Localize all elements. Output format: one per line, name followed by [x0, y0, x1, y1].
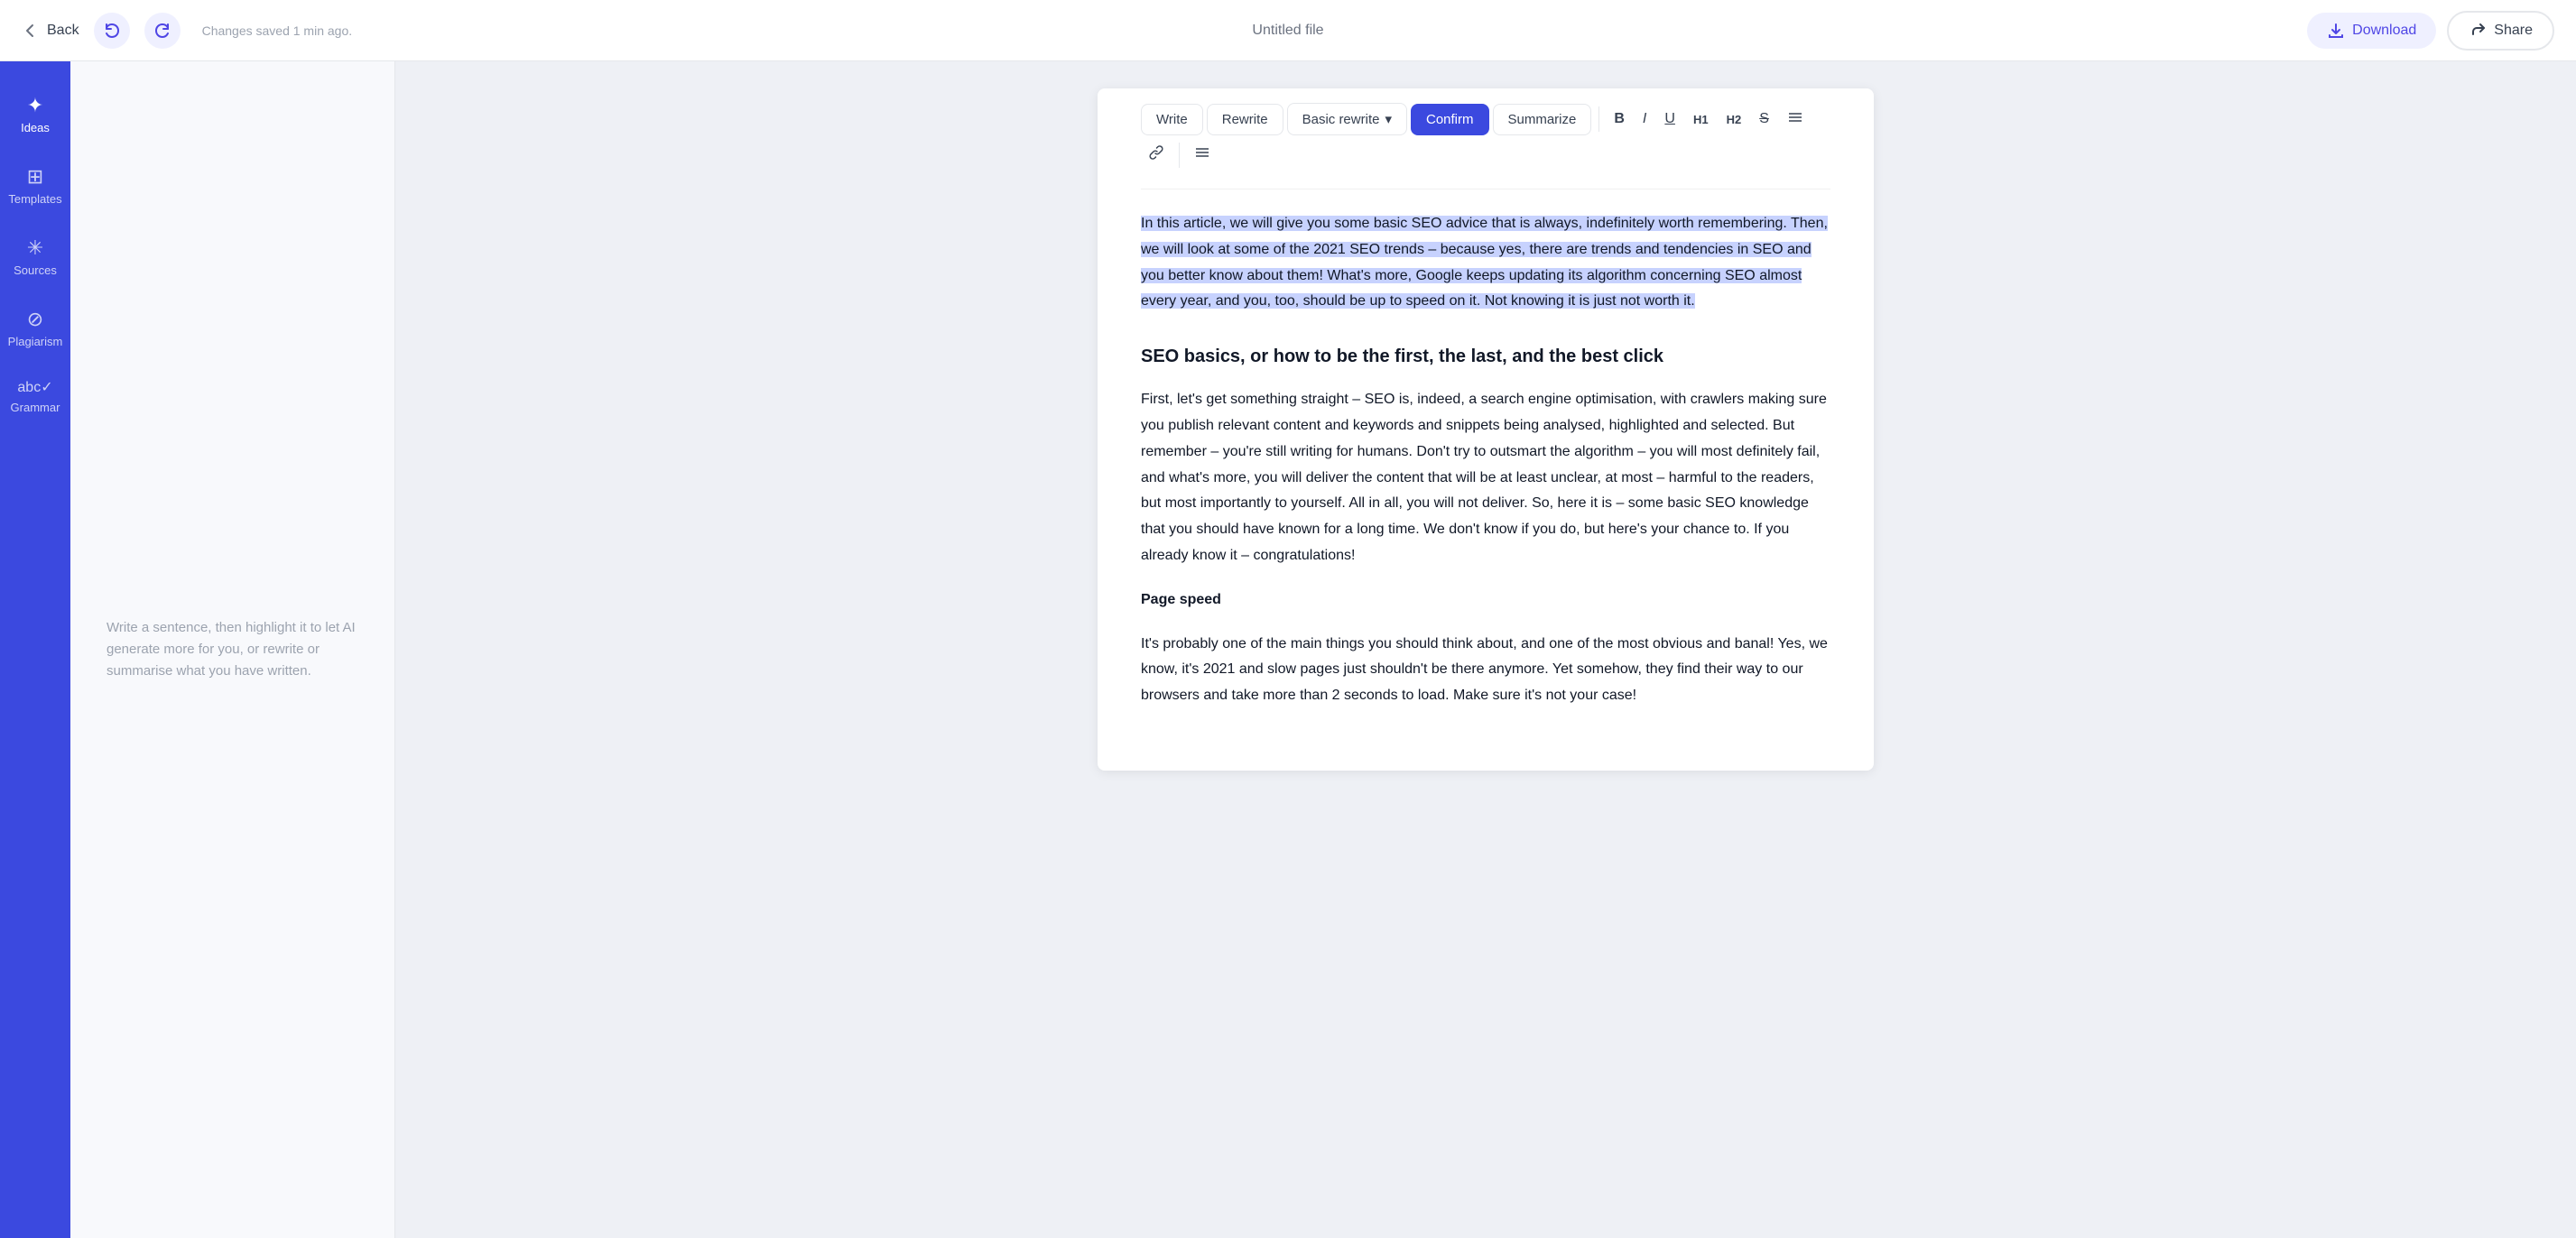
main-layout: ✦ Ideas ⊞ Templates ✳ Sources ⊘ Plagiari…: [0, 61, 2576, 1238]
italic-button[interactable]: I: [1635, 106, 1654, 133]
sources-icon: ✳: [27, 238, 43, 258]
sidebar-item-sources[interactable]: ✳ Sources: [0, 222, 70, 293]
write-button[interactable]: Write: [1141, 104, 1203, 135]
redo-button[interactable]: [144, 13, 181, 49]
toolbar-divider-2: [1179, 143, 1180, 168]
back-label: Back: [47, 23, 79, 39]
sidebar-item-label-sources: Sources: [14, 263, 57, 277]
toolbar-divider-1: [1598, 106, 1599, 132]
paragraph-1: First, let's get something straight – SE…: [1141, 387, 1830, 569]
sidebar: ✦ Ideas ⊞ Templates ✳ Sources ⊘ Plagiari…: [0, 61, 70, 1238]
file-title: Untitled file: [1252, 23, 1323, 38]
list-button[interactable]: [1780, 104, 1811, 135]
templates-icon: ⊞: [27, 167, 43, 187]
paragraph-2: It's probably one of the main things you…: [1141, 632, 1830, 709]
topbar-left: Back Changes saved 1 min ago.: [22, 13, 1288, 49]
menu-lines-button[interactable]: [1187, 139, 1218, 171]
topbar-center: Untitled file: [1252, 23, 1323, 39]
hint-text: Write a sentence, then highlight it to l…: [107, 617, 358, 682]
formatting-toolbar: Write Rewrite Basic rewrite ▾ Confirm Su…: [1141, 88, 1830, 189]
rewrite-button[interactable]: Rewrite: [1207, 104, 1283, 135]
summarize-button[interactable]: Summarize: [1493, 104, 1592, 135]
sidebar-item-templates[interactable]: ⊞ Templates: [0, 151, 70, 222]
sidebar-item-label-ideas: Ideas: [21, 121, 50, 134]
ideas-icon: ✦: [27, 96, 43, 115]
heading-page-speed: Page speed: [1141, 587, 1830, 614]
undo-button[interactable]: [94, 13, 130, 49]
sidebar-item-plagiarism[interactable]: ⊘ Plagiarism: [0, 293, 70, 365]
share-button[interactable]: Share: [2447, 11, 2554, 51]
heading-1: SEO basics, or how to be the first, the …: [1141, 340, 1830, 373]
back-button[interactable]: Back: [22, 22, 79, 40]
underline-button[interactable]: U: [1657, 106, 1682, 133]
sidebar-item-label-templates: Templates: [8, 192, 61, 206]
basic-rewrite-label: Basic rewrite: [1302, 112, 1380, 127]
download-button[interactable]: Download: [2307, 13, 2436, 49]
highlighted-text: In this article, we will give you some b…: [1141, 216, 1828, 309]
dropdown-chevron-icon: ▾: [1385, 111, 1392, 127]
link-button[interactable]: [1141, 139, 1172, 171]
confirm-button[interactable]: Confirm: [1411, 104, 1489, 135]
page-speed-label: Page speed: [1141, 592, 1221, 607]
left-panel: Write a sentence, then highlight it to l…: [70, 61, 395, 1238]
selected-paragraph: In this article, we will give you some b…: [1141, 211, 1830, 315]
editor-card: Write Rewrite Basic rewrite ▾ Confirm Su…: [1098, 88, 1874, 771]
sidebar-item-label-grammar: Grammar: [11, 401, 60, 414]
basic-rewrite-button[interactable]: Basic rewrite ▾: [1287, 103, 1407, 135]
download-label: Download: [2352, 23, 2416, 39]
h1-button[interactable]: H1: [1686, 107, 1716, 132]
bold-button[interactable]: B: [1607, 106, 1632, 133]
topbar-right: Download Share: [1288, 11, 2554, 51]
content-block: In this article, we will give you some b…: [1141, 211, 1830, 709]
h2-button[interactable]: H2: [1719, 107, 1749, 132]
topbar: Back Changes saved 1 min ago. Untitled f…: [0, 0, 2576, 61]
strikethrough-button[interactable]: S: [1752, 106, 1776, 133]
saved-status: Changes saved 1 min ago.: [202, 23, 353, 38]
share-label: Share: [2494, 23, 2533, 39]
grammar-icon: abc✓: [17, 381, 52, 395]
plagiarism-icon: ⊘: [27, 310, 43, 329]
editor-area: Write Rewrite Basic rewrite ▾ Confirm Su…: [395, 61, 2576, 1238]
sidebar-item-ideas[interactable]: ✦ Ideas: [0, 79, 70, 151]
sidebar-item-grammar[interactable]: abc✓ Grammar: [0, 365, 70, 430]
sidebar-item-label-plagiarism: Plagiarism: [8, 335, 63, 348]
